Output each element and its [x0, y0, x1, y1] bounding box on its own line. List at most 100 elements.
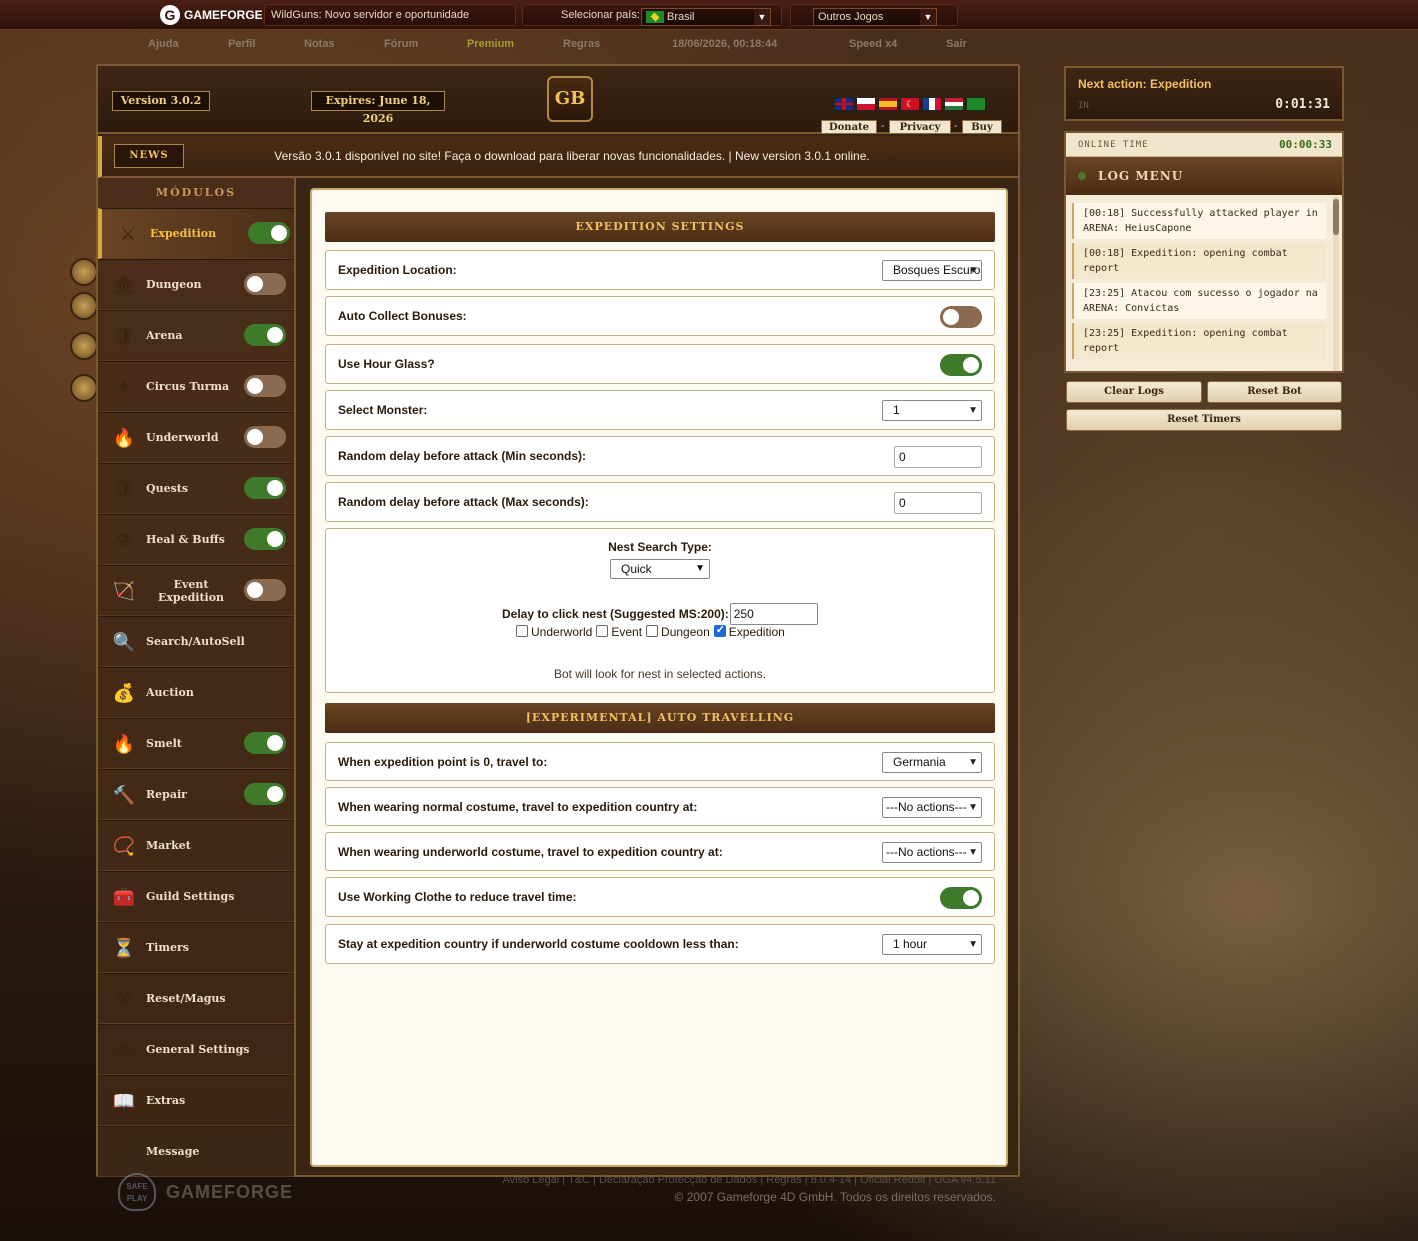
flag-hu-icon[interactable] — [944, 97, 964, 111]
buy-link[interactable]: Buy — [962, 120, 1002, 134]
nav-premium[interactable]: Premium — [467, 38, 514, 50]
nav-perfil[interactable]: Perfil — [228, 38, 256, 50]
stay-cooldown-label: Stay at expedition country if underworld… — [338, 937, 739, 951]
hour-glass-toggle[interactable] — [940, 354, 982, 376]
nest-note: Bot will look for nest in selected actio… — [553, 667, 767, 681]
zero-points-select[interactable]: Germania ▼ — [882, 752, 982, 773]
module-toggle[interactable] — [244, 324, 286, 346]
game-side-icon[interactable] — [70, 332, 98, 360]
log-scrollbar[interactable] — [1333, 197, 1339, 371]
working-clothe-row: Use Working Clothe to reduce travel time… — [325, 877, 995, 917]
nest-check-event[interactable]: Event — [596, 625, 642, 639]
sidebar-item-arena[interactable]: 🛡 Arena — [98, 310, 294, 361]
clear-logs-button[interactable]: Clear Logs — [1066, 381, 1202, 403]
checkbox[interactable] — [516, 625, 528, 637]
underworld-icon: 🔥 — [112, 427, 136, 448]
game-side-icon[interactable] — [70, 374, 98, 402]
normal-costume-label: When wearing normal costume, travel to e… — [338, 800, 698, 814]
safe-play-badge: SAFE PLAY — [118, 1173, 156, 1211]
country-select[interactable]: Brasil ▼ — [641, 8, 771, 26]
sidebar-item-message[interactable]: ✉ Message — [98, 1126, 294, 1177]
quests-icon: 🛡 — [112, 478, 136, 499]
nest-check-dungeon[interactable]: Dungeon — [646, 625, 710, 639]
sidebar-item-dungeon[interactable]: 🏛 Dungeon — [98, 259, 294, 310]
gb-logo: GB — [547, 76, 593, 122]
country-selector: Selecionar país: Brasil ▼ — [522, 4, 782, 26]
flag-fr-icon[interactable] — [922, 97, 942, 111]
sidebar-item-label: Message — [146, 1145, 200, 1158]
nav-ajuda[interactable]: Ajuda — [148, 38, 179, 50]
other-games-select[interactable]: Outros Jogos ▼ — [813, 8, 937, 26]
game-side-icon[interactable] — [70, 258, 98, 286]
flag-pl-icon[interactable] — [856, 97, 876, 111]
module-toggle[interactable] — [244, 528, 286, 550]
gameforge-brand: GAMEFORGE — [184, 8, 263, 22]
delay-max-input[interactable]: 0 — [894, 492, 982, 514]
news-ticker[interactable]: WildGuns: Novo servidor e oportunidade — [264, 4, 516, 26]
sidebar-item-extras[interactable]: 📖 Extras — [98, 1075, 294, 1126]
privacy-link[interactable]: Privacy — [889, 120, 951, 134]
underworld-costume-row: When wearing underworld costume, travel … — [325, 832, 995, 871]
underworld-costume-select[interactable]: ---No actions--- ▼ — [882, 842, 982, 863]
nav-regras[interactable]: Regras — [563, 38, 600, 50]
module-toggle[interactable] — [244, 477, 286, 499]
flag-tr-icon[interactable]: ☾ — [900, 97, 920, 111]
nest-delay-input[interactable]: 250 — [729, 603, 818, 625]
flag-uk-icon[interactable] — [834, 97, 854, 111]
footer-links[interactable]: Aviso Legal | T&C | Declaração Protecção… — [503, 1174, 996, 1186]
module-toggle[interactable] — [244, 426, 286, 448]
potion-icon: ⚗ — [115, 529, 133, 550]
next-action-in-label: IN — [1078, 101, 1089, 111]
checkbox[interactable] — [713, 623, 726, 637]
module-toggle[interactable] — [244, 579, 286, 601]
flag-es-icon[interactable] — [878, 97, 898, 111]
working-clothe-toggle[interactable] — [940, 887, 982, 909]
module-toggle[interactable] — [248, 222, 290, 244]
donate-link[interactable]: Donate — [821, 120, 877, 134]
log-menu-header[interactable]: LOG MENU — [1066, 157, 1342, 195]
sidebar-item-auction[interactable]: 💰 Auction — [98, 667, 294, 718]
log-entry: [23:25] Expedition: opening combat repor… — [1072, 323, 1326, 359]
nav-forum[interactable]: Fórum — [384, 38, 418, 50]
sidebar-item-timers[interactable]: ⏳ Timers — [98, 922, 294, 973]
checkbox[interactable] — [646, 625, 659, 637]
sidebar-item-smelt[interactable]: 🔥 Smelt — [98, 718, 294, 769]
reset-timers-button[interactable]: Reset Timers — [1066, 409, 1342, 431]
stay-cooldown-select[interactable]: 1 hour ▼ — [882, 934, 982, 955]
select-monster-select[interactable]: 1 ▼ — [882, 400, 982, 421]
sidebar-item-label: Repair — [146, 788, 187, 801]
modules-title: MÓDULOS — [155, 186, 237, 199]
nav-sair[interactable]: Sair — [946, 38, 967, 50]
sidebar-item-heal-buffs[interactable]: ⚗ Heal & Buffs — [98, 514, 294, 565]
nest-check-underworld[interactable]: Underworld — [516, 625, 592, 639]
sidebar-item-general-settings[interactable]: ⚙ General Settings — [98, 1024, 294, 1075]
sidebar-item-quests[interactable]: 🛡 Quests — [98, 463, 294, 514]
game-side-icon[interactable] — [70, 292, 98, 320]
expedition-location-select[interactable]: Bosques Escuros ▼ — [882, 260, 982, 281]
sidebar-item-underworld[interactable]: 🔥 Underworld — [98, 412, 294, 463]
reset-bot-button[interactable]: Reset Bot — [1207, 381, 1342, 403]
nav-notas[interactable]: Notas — [304, 38, 335, 50]
delay-min-input[interactable]: 0 — [894, 446, 982, 468]
sidebar-item-repair[interactable]: 🔨 Repair — [98, 769, 294, 820]
sidebar-item-market[interactable]: 📿 Market — [98, 820, 294, 871]
auto-collect-toggle[interactable] — [940, 306, 982, 328]
sidebar-item-guild-settings[interactable]: 🧰 Guild Settings — [98, 871, 294, 922]
normal-costume-select[interactable]: ---No actions--- ▼ — [882, 797, 982, 818]
sidebar-item-event-expedition[interactable]: 🏹 Event Expedition — [98, 565, 294, 616]
sidebar-item-search-autosell[interactable]: 🔍 Search/AutoSell — [98, 616, 294, 667]
module-toggle[interactable] — [244, 732, 286, 754]
sidebar-item-reset-magus[interactable]: ⚒ Reset/Magus — [98, 973, 294, 1024]
module-toggle[interactable] — [244, 375, 286, 397]
flag-br-icon[interactable] — [966, 97, 986, 111]
zero-points-row: When expedition point is 0, travel to: G… — [325, 742, 995, 781]
module-toggle[interactable] — [244, 783, 286, 805]
sidebar-item-expedition[interactable]: ⚔ Expedition — [98, 208, 294, 259]
nest-type-select[interactable]: Quick ▼ — [610, 559, 710, 579]
module-toggle[interactable] — [244, 273, 286, 295]
nest-check-expedition[interactable]: Expedition — [713, 623, 785, 639]
checkbox[interactable] — [596, 625, 609, 637]
sidebar-item-circus-turma[interactable]: ⚜ Circus Turma — [98, 361, 294, 412]
sidebar-item-label: Circus Turma — [146, 380, 230, 393]
gameforge-logo[interactable]: G GAMEFORGE — [160, 5, 263, 25]
